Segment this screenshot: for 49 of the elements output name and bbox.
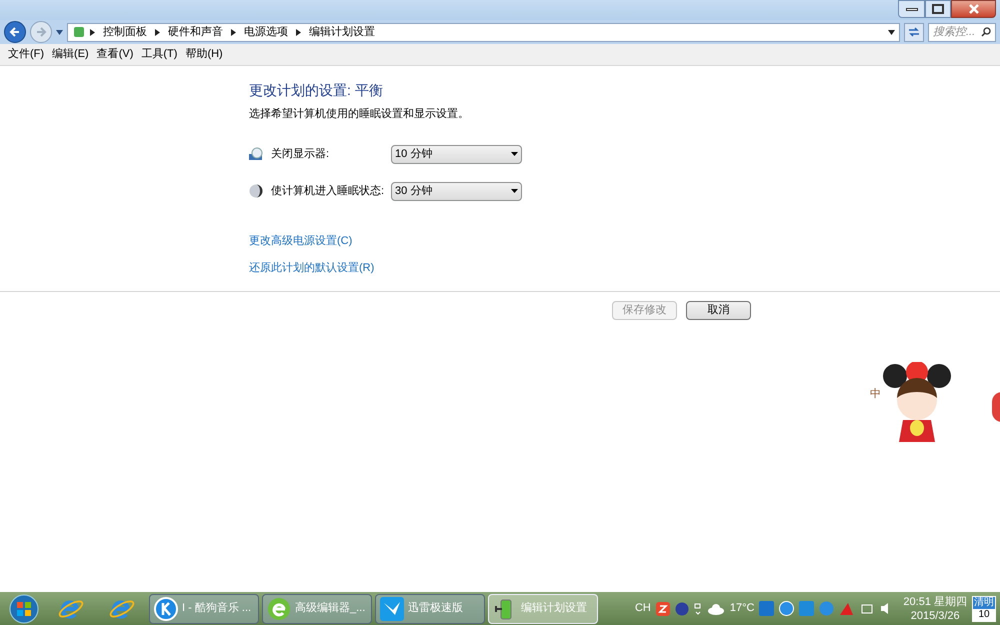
refresh-button[interactable] (904, 22, 924, 42)
chevron-icon (296, 28, 301, 36)
close-button[interactable] (951, 0, 996, 18)
setting-label: 关闭显示器: (271, 146, 330, 162)
calendar-badge[interactable]: 清明 10 (972, 596, 996, 622)
dropdown-arrow-icon (511, 189, 518, 193)
chevron-icon (231, 28, 236, 36)
input-method-icon[interactable] (656, 602, 670, 616)
bird-icon (380, 596, 404, 620)
minimize-button[interactable] (898, 0, 925, 18)
temperature: 17°C (730, 601, 754, 616)
chevron-icon (90, 28, 95, 36)
search-icon (981, 27, 991, 37)
close-icon (968, 4, 978, 14)
e-logo-icon (267, 596, 291, 620)
description: 选择希望计算机使用的睡眠设置和显示设置。 (249, 106, 470, 122)
back-arrow-icon (9, 26, 21, 38)
menu-item[interactable]: 查看(V) (92, 46, 138, 63)
breadcrumb-item[interactable]: 编辑计划设置 (305, 24, 379, 40)
breadcrumb-item[interactable]: 控制面板 (99, 24, 151, 40)
ime-mode-indicator[interactable]: 中 (870, 386, 881, 402)
time-dropdown[interactable]: 10 分钟 (391, 144, 522, 164)
address-bar[interactable]: 控制面板 硬件和声音 电源选项 编辑计划设置 (67, 22, 900, 42)
settings-link[interactable]: 还原此计划的默认设置(R) (249, 260, 374, 276)
menu-item[interactable]: 工具(T) (137, 46, 182, 63)
settings-link[interactable]: 更改高级电源设置(C) (249, 232, 352, 249)
breadcrumb-item[interactable]: 硬件和声音 (164, 24, 227, 40)
chevron-icon (155, 28, 160, 36)
clock-date[interactable]: 2015/3/26 (910, 608, 960, 622)
control-panel-icon (72, 25, 86, 39)
forward-arrow-icon (35, 26, 47, 38)
menu-item[interactable]: 编辑(E) (48, 46, 93, 63)
setting-label: 使计算机进入睡眠状态: (271, 184, 386, 199)
dropdown-arrow-icon (511, 152, 518, 156)
monitor-clock-icon (249, 147, 263, 161)
menu-item[interactable]: 文件(F) (4, 46, 48, 63)
search-field[interactable]: 搜索控... (928, 22, 996, 42)
tray-chevron-icon[interactable] (694, 602, 702, 616)
breadcrumb-item[interactable]: 电源选项 (240, 24, 292, 40)
maximize-button[interactable] (925, 0, 951, 18)
menu-item[interactable]: 帮助(H) (181, 46, 227, 63)
cloud-icon (706, 602, 725, 614)
time-dropdown[interactable]: 30 分钟 (391, 182, 522, 200)
page-heading: 更改计划的设置: 平衡 (249, 81, 384, 100)
dropdown-arrow-icon[interactable] (888, 30, 895, 34)
dialog-button[interactable]: 取消 (686, 300, 751, 320)
moon-icon (249, 184, 263, 198)
back-button[interactable] (4, 21, 26, 43)
refresh-icon (908, 27, 920, 37)
